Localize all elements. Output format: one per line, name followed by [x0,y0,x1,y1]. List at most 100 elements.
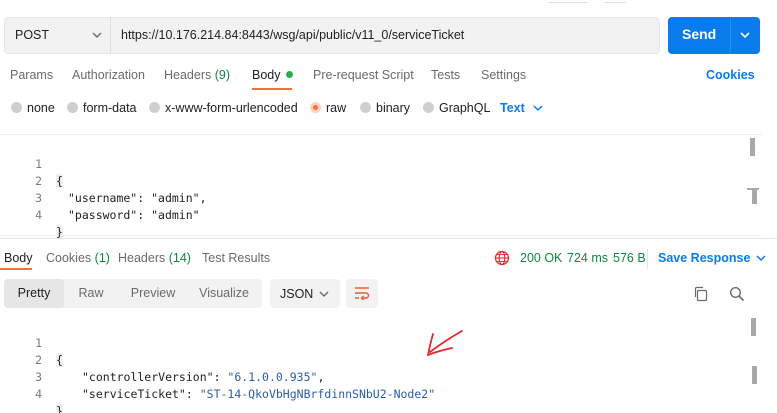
radio-none[interactable]: none [11,101,55,115]
radio-urlencoded-label: x-www-form-urlencoded [165,101,298,115]
code-line: 1 { [0,318,740,367]
response-body-viewer[interactable]: 1 { 2 "controllerVersion": "6.1.0.0.935"… [0,316,762,413]
chevron-down-icon[interactable] [738,28,752,42]
url-input[interactable]: https://10.176.214.84:8443/wsg/api/publi… [121,28,464,42]
code-line: 1 { [0,139,740,188]
json-separator: : [185,387,200,401]
brace: } [56,404,63,413]
view-preview-button[interactable]: Preview [122,279,184,308]
view-mode-segment: Pretty Raw Preview Visualize [4,279,262,308]
tab-prerequest-script[interactable]: Pre-request Script [313,68,414,82]
save-response-label: Save Response [658,251,751,265]
resp-tab-headers[interactable]: Headers (14) [118,251,191,265]
method-label: POST [15,28,50,42]
json-value: "ST-14-QkoVbHgNBrfdinnSNbU2-Node2" [199,387,436,401]
chevron-down-icon [533,105,543,112]
tab-settings[interactable]: Settings [481,68,526,82]
radio-binary-label: binary [376,101,411,115]
status-divider [647,249,648,269]
resp-tab-body[interactable]: Body [4,251,33,265]
cookies-link[interactable]: Cookies [706,68,755,82]
code-line: 4 } [0,190,740,239]
response-format-label: JSON [280,287,314,301]
view-pretty-button[interactable]: Pretty [4,279,64,308]
status-code[interactable]: 200 OK [520,251,562,265]
radio-circle-selected [310,102,321,113]
request-tabs: Params Authorization Headers (9) Body Pr… [0,66,777,88]
resp-headers-label: Headers [118,251,166,265]
search-icon[interactable] [729,286,745,302]
chevron-down-icon [319,291,329,297]
view-raw-button[interactable]: Raw [66,279,116,308]
line-number: 4 [35,387,42,401]
toolbar-fragment [604,0,626,3]
radio-circle [67,102,78,113]
radio-circle [149,102,160,113]
tab-tests[interactable]: Tests [431,68,460,82]
response-time[interactable]: 724 ms [567,251,608,265]
code-text: "serviceTicket": "ST-14-QkoVbHgNBrfdinnS… [82,386,435,403]
tab-headers-label: Headers [164,68,212,82]
code-line: 2 "controllerVersion": "6.1.0.0.935", [0,335,740,384]
json-key: "serviceTicket" [82,387,186,401]
response-format-dropdown[interactable]: JSON [270,279,340,308]
body-indicator-dot [285,71,293,78]
resp-cookies-label: Cookies [46,251,92,265]
resp-tab-cookies[interactable]: Cookies (1) [46,251,110,265]
scrollbar-thumb[interactable] [752,366,757,384]
code-text: "password": "admin" [68,207,200,224]
pane-divider[interactable] [0,238,777,239]
line-number: 4 [35,208,42,222]
radio-form-data-label: form-data [83,101,137,115]
chevron-down-icon [756,255,766,262]
request-bar: POST https://10.176.214.84:8443/wsg/api/… [4,17,660,54]
tab-authorization[interactable]: Authorization [72,68,145,82]
code-line: 2 "username": "admin", [0,156,740,205]
radio-raw-label: raw [326,101,347,115]
radio-form-data[interactable]: form-data [67,101,137,115]
response-size[interactable]: 576 B [613,251,646,265]
raw-format-dropdown[interactable]: Text [500,101,543,115]
tab-params[interactable]: Params [10,68,53,82]
tab-headers-count: (9) [214,68,231,82]
radio-graphql-label: GraphQL [439,101,491,115]
annotation-arrow [427,330,463,356]
code-line: 3 "serviceTicket": "ST-14-QkoVbHgNBrfdin… [0,352,740,401]
radio-binary[interactable]: binary [360,101,410,115]
code-line: 4 } [0,369,740,413]
radio-none-label: none [27,101,55,115]
scrollbar-thumb[interactable] [751,318,756,336]
top-strip [0,0,777,10]
scrollbar-thumb[interactable] [752,188,757,204]
raw-format-label: Text [500,101,525,115]
radio-urlencoded[interactable]: x-www-form-urlencoded [149,101,298,115]
method-select[interactable]: POST [5,18,111,53]
radio-circle [423,102,434,113]
send-divider [730,17,731,54]
chevron-down-icon [92,32,102,38]
copy-icon[interactable] [693,286,709,302]
resp-cookies-count: (1) [94,251,110,265]
tab-body[interactable]: Body [252,68,293,82]
json-value: "admin" [151,208,200,222]
code-line: 3 "password": "admin" [0,173,740,222]
resp-tab-test-results[interactable]: Test Results [202,251,270,265]
body-type-selector: none form-data x-www-form-urlencoded raw… [0,99,777,119]
wrap-lines-icon [355,287,370,301]
active-resp-tab-underline [0,268,32,270]
active-tab-underline [252,88,292,90]
radio-raw[interactable]: raw [310,101,346,115]
send-label: Send [682,26,717,42]
send-button[interactable]: Send [668,17,760,54]
code-text: } [56,403,63,413]
radio-circle [360,102,371,113]
globe-icon[interactable] [494,250,510,266]
scrollbar-thumb[interactable] [750,138,755,156]
view-visualize-button[interactable]: Visualize [190,279,258,308]
toolbar-fragment [548,0,588,3]
request-body-editor[interactable]: 1 { 2 "username": "admin", 3 "password":… [0,134,762,239]
wrap-lines-button[interactable] [346,279,378,308]
tab-headers[interactable]: Headers (9) [164,68,230,82]
save-response-button[interactable]: Save Response [658,251,766,265]
radio-graphql[interactable]: GraphQL [423,101,490,115]
